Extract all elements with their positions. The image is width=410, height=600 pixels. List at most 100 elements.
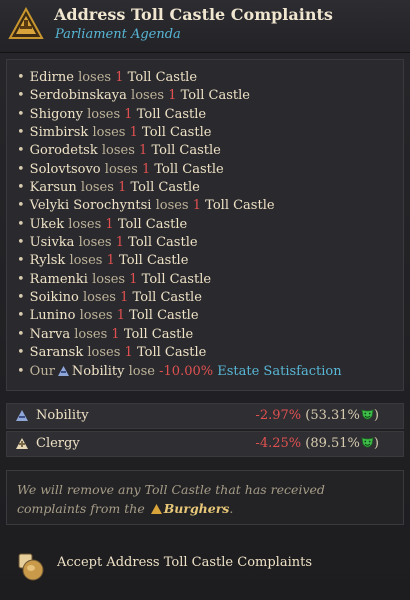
- building-name[interactable]: Toll Castle: [154, 162, 223, 177]
- effect-prefix: Our: [29, 363, 55, 379]
- description-end: .: [229, 501, 234, 516]
- effect-verb: loses: [87, 106, 121, 122]
- building-name[interactable]: Toll Castle: [128, 235, 197, 250]
- effect-verb: loses: [101, 143, 135, 159]
- location-name[interactable]: Solovtsovo: [30, 162, 101, 177]
- effect-verb: loses: [87, 345, 121, 361]
- estate-name[interactable]: Nobility: [72, 364, 125, 379]
- bullet: •: [17, 70, 25, 85]
- effect-amount: 1: [106, 253, 115, 269]
- effect-amount: 1: [118, 180, 127, 196]
- building-name[interactable]: Toll Castle: [131, 180, 200, 195]
- effect-item: • Serdobinskaya loses 1 Toll Castle: [17, 87, 403, 105]
- effect-verb: loses: [82, 290, 116, 306]
- effect-item: • Edirne loses 1 Toll Castle: [17, 69, 403, 87]
- effect-amount: 1: [105, 216, 114, 232]
- effect-verb: loses: [92, 125, 126, 141]
- effect-verb: loses: [155, 198, 189, 214]
- header: Address Toll Castle Complaints Parliamen…: [0, 0, 410, 53]
- location-name[interactable]: Gorodetsk: [30, 143, 98, 158]
- building-name[interactable]: Toll Castle: [129, 308, 198, 323]
- location-name[interactable]: Edirne: [30, 70, 74, 85]
- effect-item: • Usivka loses 1 Toll Castle: [17, 234, 403, 252]
- bullet: •: [17, 308, 25, 324]
- building-name[interactable]: Toll Castle: [142, 125, 211, 140]
- effect-amount: 1: [116, 308, 126, 324]
- effect-item: • Lunino loses 1 Toll Castle: [17, 307, 403, 325]
- page-title: Address Toll Castle Complaints: [54, 5, 333, 24]
- effect-amount: 1: [141, 161, 151, 177]
- location-name[interactable]: Saransk: [30, 345, 84, 360]
- location-name[interactable]: Rylsk: [30, 253, 66, 268]
- satisfaction-change: -10.00%: [159, 363, 214, 379]
- accept-agenda-button[interactable]: Accept Address Toll Castle Complaints: [0, 540, 410, 592]
- location-name[interactable]: Lunino: [30, 308, 76, 323]
- happy-mask-icon: [361, 437, 374, 448]
- estate-satisfaction-link[interactable]: Estate Satisfaction: [217, 364, 341, 379]
- effect-item: • Karsun loses 1 Toll Castle: [17, 179, 403, 197]
- bullet: •: [17, 88, 25, 104]
- effect-verb: loses: [104, 161, 138, 177]
- effect-verb: loses: [131, 88, 165, 104]
- location-name[interactable]: Velyki Sorochyntsi: [30, 198, 152, 213]
- building-name[interactable]: Toll Castle: [181, 88, 250, 103]
- location-name[interactable]: Serdobinskaya: [30, 88, 127, 103]
- bullet: •: [17, 198, 25, 214]
- effect-item: • Gorodetsk loses 1 Toll Castle: [17, 142, 403, 160]
- location-name[interactable]: Shigony: [30, 107, 83, 122]
- current-satisfaction: 53.31%: [310, 408, 360, 423]
- effect-verb: loses: [69, 253, 103, 269]
- building-name[interactable]: Toll Castle: [119, 253, 188, 268]
- effect-item: • Ramenki loses 1 Toll Castle: [17, 271, 403, 289]
- effect-verb: loses: [78, 70, 112, 85]
- estate-name: Nobility: [36, 408, 89, 423]
- location-name[interactable]: Soikino: [30, 290, 79, 305]
- building-name[interactable]: Toll Castle: [128, 70, 197, 85]
- building-name[interactable]: Toll Castle: [137, 345, 206, 360]
- location-name[interactable]: Karsun: [30, 180, 77, 195]
- effect-verb: loses: [92, 271, 126, 287]
- estate-row-clergy[interactable]: Clergy -4.25% (89.51%): [6, 431, 404, 457]
- close-paren: ): [373, 436, 379, 451]
- location-name[interactable]: Usivka: [30, 235, 75, 250]
- building-name[interactable]: Toll Castle: [205, 198, 274, 213]
- effect-amount: 1: [124, 345, 133, 361]
- effect-verb: loses: [74, 326, 108, 342]
- building-name[interactable]: Toll Castle: [142, 272, 211, 287]
- effect-item: • Saransk loses 1 Toll Castle: [17, 344, 403, 362]
- agenda-description: We will remove any Toll Castle that has …: [6, 470, 404, 525]
- location-name[interactable]: Ukek: [30, 217, 64, 232]
- bullet: •: [17, 253, 25, 269]
- bullet: •: [17, 363, 25, 379]
- parliament-warning-icon: [8, 7, 44, 39]
- effect-verb: loses: [78, 235, 112, 251]
- estate-changes: Nobility -2.97% (53.31%) Clergy -4.25% (89.…: [6, 403, 404, 459]
- burghers-icon: [150, 504, 162, 514]
- effect-amount: 1: [129, 271, 138, 287]
- effects-box: • Edirne loses 1 Toll Castle • Serdobinskay…: [6, 59, 404, 391]
- building-name[interactable]: Toll Castle: [137, 107, 206, 122]
- effect-amount: 1: [139, 143, 148, 159]
- effect-verb: loses: [80, 180, 114, 196]
- effect-item: • Simbirsk loses 1 Toll Castle: [17, 124, 403, 142]
- effect-item: • Ukek loses 1 Toll Castle: [17, 216, 403, 234]
- accept-label: Accept Address Toll Castle Complaints: [57, 555, 313, 570]
- location-name[interactable]: Ramenki: [30, 272, 88, 287]
- location-name[interactable]: Narva: [30, 327, 70, 342]
- building-name[interactable]: Toll Castle: [124, 327, 193, 342]
- nobility-icon: [57, 365, 69, 376]
- effect-amount: 1: [115, 235, 125, 251]
- burghers-link[interactable]: Burghers: [164, 501, 230, 516]
- agenda-subtitle: Parliament Agenda: [55, 27, 181, 42]
- building-name[interactable]: Toll Castle: [151, 143, 220, 158]
- effect-verb: loses: [68, 216, 102, 232]
- building-name[interactable]: Toll Castle: [133, 290, 202, 305]
- bullet: •: [17, 345, 25, 361]
- effect-item: • Soikino loses 1 Toll Castle: [17, 289, 403, 307]
- bullet: •: [17, 180, 25, 196]
- nobility-icon: [16, 410, 28, 421]
- estate-change: -2.97% (53.31%): [255, 408, 379, 423]
- building-name[interactable]: Toll Castle: [118, 217, 187, 232]
- estate-row-nobility[interactable]: Nobility -2.97% (53.31%): [6, 403, 404, 429]
- location-name[interactable]: Simbirsk: [30, 125, 89, 140]
